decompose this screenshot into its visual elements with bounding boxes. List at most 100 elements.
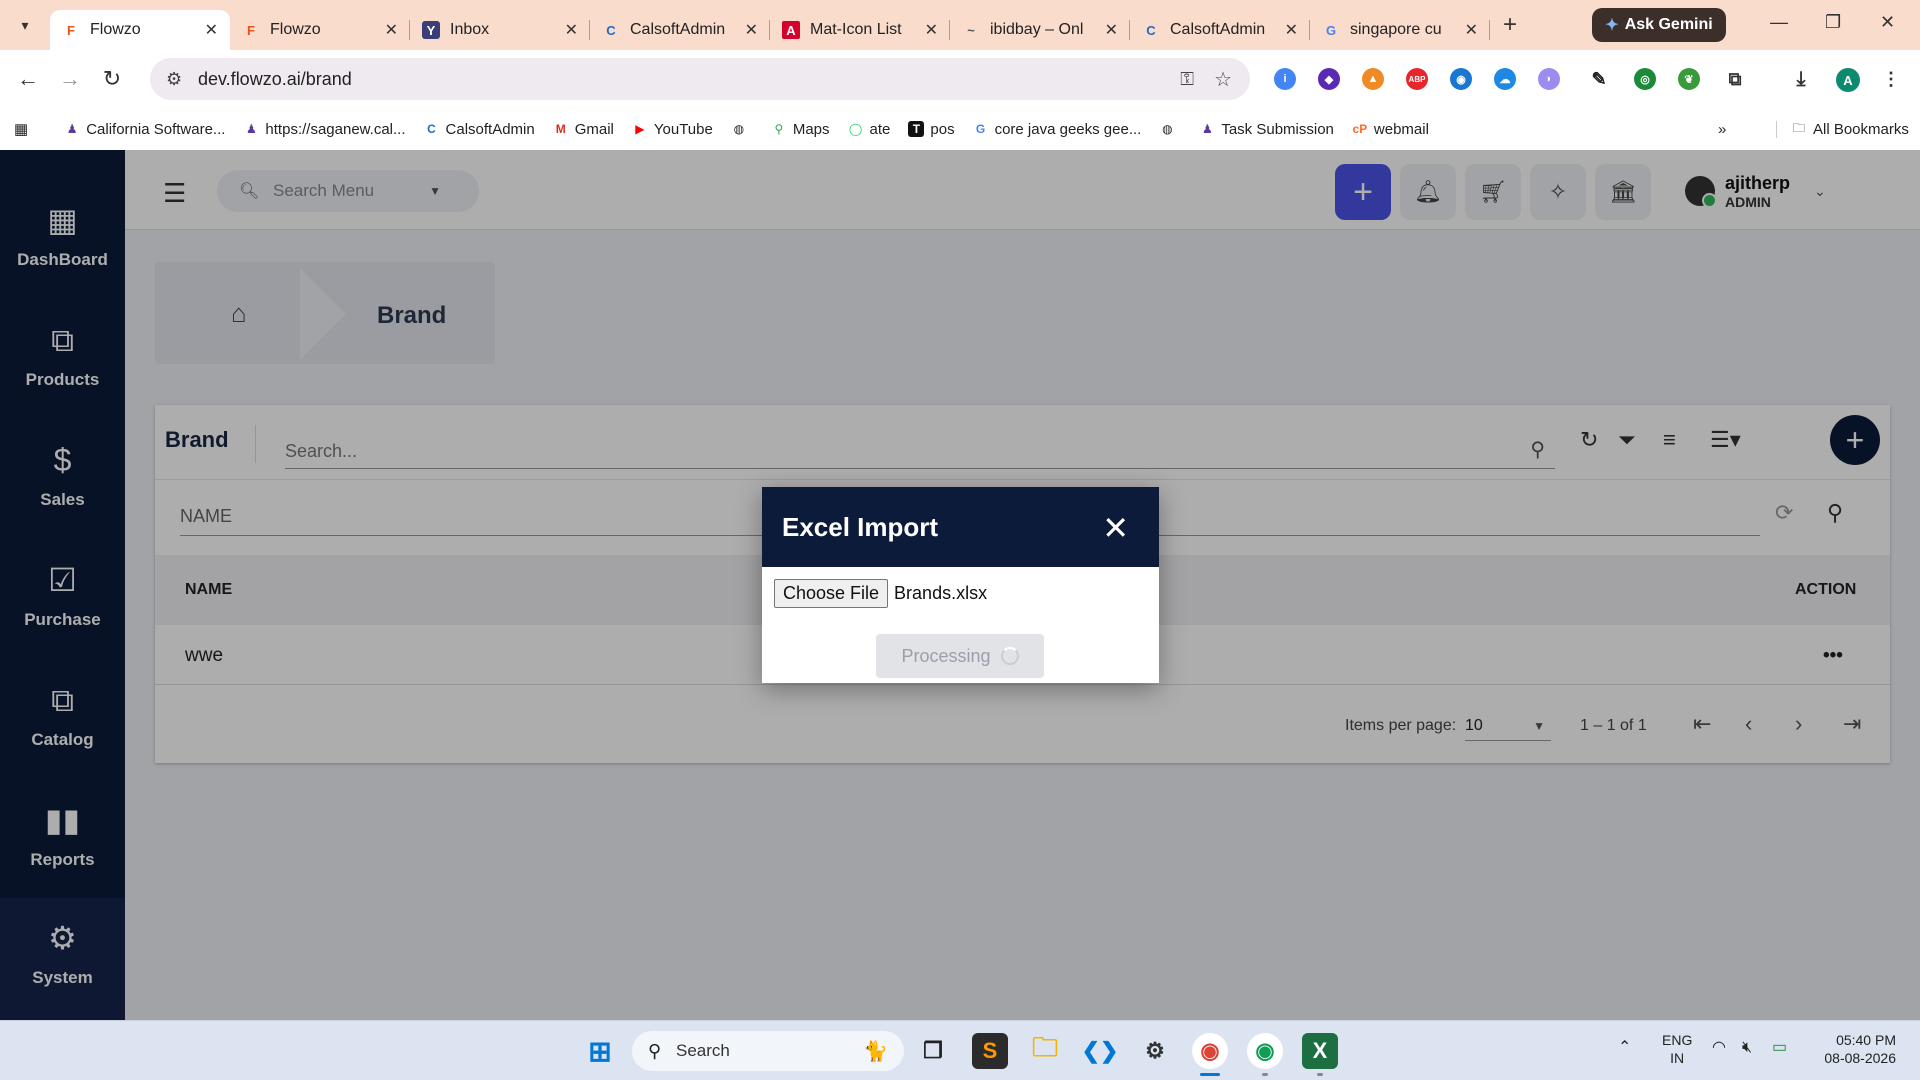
tab-close-icon[interactable]: ✕ (745, 20, 758, 40)
browser-tab[interactable]: F Flowzo ✕ (230, 10, 410, 50)
extension-icon[interactable]: ◉ (1450, 68, 1472, 90)
processing-button: Processing (876, 634, 1044, 678)
bookmark-item[interactable]: Tpos (908, 121, 955, 138)
extension-icon[interactable]: ◗ (1538, 68, 1560, 90)
browser-tab[interactable]: C CalsoftAdmin ✕ (590, 10, 770, 50)
figure-icon: ♟ (66, 122, 78, 136)
bookmark-item[interactable]: ⚲ Maps (771, 121, 829, 138)
bookmark-item[interactable]: ♟ https://saganew.cal... (243, 121, 405, 138)
browser-tab[interactable]: F Flowzo ✕ (50, 10, 230, 50)
browser-tab[interactable]: Y Inbox ✕ (410, 10, 590, 50)
extension-icon[interactable]: ◎ (1634, 68, 1656, 90)
bookmark-item[interactable]: C CalsoftAdmin (424, 121, 535, 138)
download-icon[interactable]: ⤓ (1790, 68, 1812, 90)
language-indicator[interactable]: ENG IN (1662, 1031, 1692, 1067)
reload-icon[interactable]: ↻ (94, 66, 130, 92)
taskbar-search[interactable]: ⚲ Search 🐈 (632, 1031, 904, 1071)
adblock-extension-icon[interactable]: ABP (1406, 68, 1428, 90)
notion-icon: T (908, 121, 925, 137)
tab-title: CalsoftAdmin (630, 21, 726, 38)
more-bookmarks-icon[interactable]: » (1718, 121, 1726, 138)
bookmark-item[interactable]: cP webmail (1352, 121, 1429, 138)
tab-title: Flowzo (270, 21, 321, 38)
ibidbay-favicon-icon: ~ (967, 22, 975, 38)
sublime-text-icon[interactable]: S (972, 1033, 1008, 1069)
site-info-icon[interactable]: ⚙ (166, 69, 182, 90)
tab-close-icon[interactable]: ✕ (565, 20, 578, 40)
dialog-title: Excel Import (782, 511, 939, 542)
extension-icon[interactable]: i (1274, 68, 1296, 90)
file-input[interactable]: Choose File Brands.xlsx (774, 579, 987, 608)
globe-icon: ◍ (733, 122, 745, 136)
tab-close-icon[interactable]: ✕ (925, 20, 938, 40)
file-explorer-icon[interactable]: 🗀 (1027, 1032, 1063, 1069)
bookmark-item[interactable]: Gcore java geeks gee... (973, 121, 1141, 138)
gemini-sparkle-icon: ✦ (1605, 17, 1619, 34)
windows-start-icon[interactable]: ⊞ (582, 1033, 618, 1069)
calsoft-icon: C (427, 122, 436, 136)
active-app-indicator (1200, 1073, 1220, 1076)
extension-icon[interactable]: ◆ (1318, 68, 1340, 90)
apps-grid-icon[interactable]: ▦ (14, 120, 28, 138)
browser-tab[interactable]: A Mat-Icon List ✕ (770, 10, 950, 50)
eyedropper-extension-icon[interactable]: ✎ (1588, 68, 1610, 90)
tab-title: Flowzo (90, 21, 141, 38)
password-key-icon[interactable]: ⚿ (1180, 69, 1194, 90)
address-bar-row: ← → ↻ ⚙ dev.flowzo.ai/brand ⚿ ☆ i ◆ ▲ AB… (0, 50, 1920, 108)
bookmark-item[interactable]: ◍ (731, 121, 753, 137)
bookmark-item[interactable]: M Gmail (553, 121, 614, 138)
forward-icon[interactable]: → (52, 66, 88, 92)
clock[interactable]: 05:40 PM 08-08-2026 (1816, 1031, 1896, 1067)
task-view-icon[interactable]: ❐ (915, 1033, 951, 1069)
wifi-icon[interactable]: ◠ (1712, 1039, 1726, 1057)
new-tab-icon[interactable]: + (1490, 11, 1530, 39)
tab-close-icon[interactable]: ✕ (205, 20, 218, 40)
google-favicon-icon: G (1325, 22, 1337, 38)
chrome-menu-icon[interactable]: ⋮ (1880, 68, 1902, 90)
browser-tab[interactable]: G singapore cu ✕ (1310, 10, 1490, 50)
window-close-icon[interactable]: ✕ (1880, 12, 1895, 33)
speaker-muted-icon[interactable]: 🔇︎ (1742, 1039, 1752, 1057)
extensions-puzzle-icon[interactable]: ⧉ (1724, 68, 1746, 90)
search-icon: ⚲ (648, 1040, 662, 1061)
browser-tab[interactable]: C CalsoftAdmin ✕ (1130, 10, 1310, 50)
chrome-icon[interactable]: ◉ (1192, 1033, 1228, 1069)
chevron-up-icon[interactable]: ⌃ (1618, 1039, 1631, 1057)
tab-search-chevron-icon[interactable]: ▾ (0, 0, 50, 50)
bookmark-item[interactable]: ◯ ate (848, 121, 891, 138)
tab-close-icon[interactable]: ✕ (385, 20, 398, 40)
bookmark-star-icon[interactable]: ☆ (1214, 67, 1232, 92)
excel-icon[interactable]: X (1302, 1033, 1338, 1069)
cpanel-icon: cP (1352, 122, 1368, 136)
app-indicator (1262, 1073, 1268, 1076)
processing-label: Processing (901, 645, 991, 666)
cloud-extension-icon[interactable]: ☁ (1494, 68, 1516, 90)
tab-close-icon[interactable]: ✕ (1105, 20, 1118, 40)
choose-file-button[interactable]: Choose File (774, 579, 889, 608)
back-icon[interactable]: ← (10, 66, 46, 92)
ask-gemini-button[interactable]: ✦ Ask Gemini (1592, 8, 1726, 42)
extension-icon[interactable]: ▲ (1362, 68, 1384, 90)
bookmark-item[interactable]: ♟ Task Submission (1199, 121, 1334, 138)
chrome-profile-icon[interactable]: ◉ (1247, 1033, 1283, 1069)
url-input[interactable]: ⚙ dev.flowzo.ai/brand ⚿ ☆ (150, 58, 1250, 100)
ask-gemini-label: Ask Gemini (1624, 16, 1713, 33)
minimize-icon[interactable]: — (1770, 12, 1788, 33)
battery-icon[interactable]: ▭ (1772, 1039, 1787, 1057)
extension-icon[interactable]: ❦ (1678, 68, 1700, 90)
profile-avatar[interactable]: A (1836, 68, 1860, 92)
browser-tab[interactable]: ~ ibidbay – Onl ✕ (950, 10, 1130, 50)
bookmark-item[interactable]: ◍ (1159, 121, 1181, 137)
folder-icon: 🗀 (1792, 120, 1805, 135)
all-bookmarks-button[interactable]: 🗀 All Bookmarks (1776, 120, 1909, 138)
github-desktop-icon[interactable]: ⚙ (1137, 1033, 1173, 1069)
restore-icon[interactable]: ❐ (1825, 12, 1841, 33)
vscode-icon[interactable]: ❮❯ (1082, 1033, 1119, 1069)
bookmark-item[interactable]: ♟ California Software... (64, 121, 226, 138)
spinner-icon (1000, 647, 1019, 665)
close-icon[interactable]: ✕ (1102, 509, 1129, 547)
tab-close-icon[interactable]: ✕ (1285, 20, 1298, 40)
tab-close-icon[interactable]: ✕ (1465, 20, 1478, 40)
calsoft-favicon-icon: C (1146, 22, 1156, 38)
bookmark-item[interactable]: ▶ YouTube (632, 121, 713, 138)
